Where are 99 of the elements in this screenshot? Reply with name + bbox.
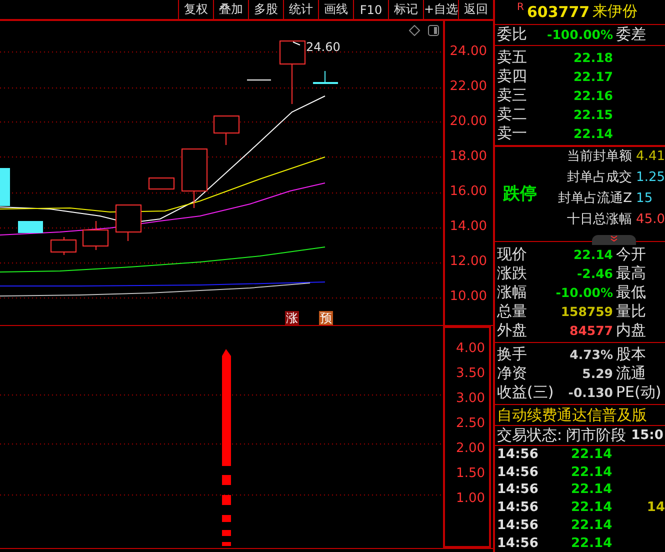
candlestick — [116, 204, 142, 242]
field-label: 涨幅 — [496, 282, 528, 302]
field-value: 5.29 — [581, 366, 614, 381]
status-label: 交易状态: — [496, 426, 562, 445]
field-label: 今开 — [615, 244, 647, 264]
axis-label: 4.00 — [456, 340, 486, 358]
candlestick — [18, 221, 43, 233]
tick-time: 14:56 — [496, 518, 540, 533]
limit-value: 4.41 — [636, 148, 665, 164]
limit-value: 1.25 — [636, 170, 665, 185]
limit-label: 封单占流通Z — [558, 190, 632, 208]
limit-label: 当前封单额 — [566, 148, 632, 166]
field-value: 4.73% — [568, 346, 614, 362]
tick-time: 14:56 — [496, 500, 540, 516]
tick-price: 22.14 — [571, 447, 614, 462]
candlestick — [0, 168, 10, 206]
candlestick — [313, 70, 338, 84]
axis-label: 2.50 — [456, 415, 486, 433]
status-time: 15:0 — [630, 428, 664, 443]
diamond-icon — [409, 25, 420, 36]
axis-label: 20.00 — [450, 113, 488, 131]
field-value: -100.00% — [546, 27, 614, 42]
tick-price: 22.14 — [571, 500, 614, 516]
field-value: 158759 — [560, 304, 614, 319]
candlestick — [50, 236, 76, 256]
axis-label: 18.00 — [450, 148, 488, 166]
high-price-label: 24.60 — [306, 40, 340, 54]
limit-status: 跌停 — [503, 183, 538, 206]
axis-label: 12.00 — [450, 253, 488, 271]
tick-price: 22.14 — [571, 464, 614, 480]
candlestick — [214, 116, 240, 146]
axis-label: 14.00 — [450, 218, 488, 236]
expand-button[interactable] — [592, 234, 636, 245]
field-value: -0.130 — [567, 384, 614, 400]
field-label: 委差 — [615, 25, 647, 44]
ask-price: 22.15 — [572, 106, 614, 122]
ask-level-label: 卖五 — [496, 48, 528, 67]
tick-time: 14:56 — [496, 536, 540, 551]
ask-price: 22.14 — [572, 126, 614, 141]
ask-level-label: 卖二 — [496, 104, 528, 124]
tick-volume: 14 — [646, 500, 665, 516]
candlestick — [82, 220, 108, 250]
candlestick — [182, 148, 208, 208]
panel-toggle-icon[interactable] — [428, 25, 439, 36]
stock-code: 603777 — [526, 2, 590, 21]
limit-value: 45.0 — [636, 212, 665, 227]
field-label: 量比 — [615, 302, 647, 321]
field-label: 收益(三) — [496, 382, 553, 402]
field-label: 现价 — [496, 244, 528, 264]
tick-time: 14:56 — [496, 482, 540, 498]
ask-price: 22.17 — [572, 68, 614, 84]
chart-marker: 涨 — [285, 311, 299, 325]
axis-label: 10.00 — [450, 288, 488, 306]
axis-label: 1.50 — [456, 465, 486, 483]
ask-price: 22.16 — [572, 88, 614, 103]
field-label: 净资 — [496, 364, 528, 383]
axis-label: 3.00 — [456, 390, 486, 408]
field-label: 最高 — [615, 264, 647, 283]
field-label: 总量 — [496, 302, 528, 321]
axis-label: 16.00 — [450, 183, 488, 201]
field-label: 涨跌 — [496, 264, 528, 283]
field-value: -10.00% — [554, 284, 614, 300]
tick-price: 22.14 — [571, 482, 614, 498]
limit-label: 封单占成交 — [566, 169, 632, 186]
axis-label: 22.00 — [450, 78, 488, 96]
tick-time: 14:56 — [496, 447, 540, 462]
tick-price: 22.14 — [571, 536, 614, 551]
tick-time: 14:56 — [496, 464, 540, 480]
ask-price: 22.18 — [572, 50, 614, 65]
toolbar-button[interactable]: +自选 — [423, 0, 458, 19]
ask-level-label: 卖一 — [496, 124, 528, 143]
limit-label: 十日总涨幅 — [566, 211, 632, 228]
axis-label: 3.50 — [456, 365, 486, 383]
axis-label: 1.00 — [456, 490, 486, 508]
tick-price: 22.14 — [571, 518, 614, 533]
field-label: 委比 — [496, 25, 528, 44]
field-value: 84577 — [568, 322, 614, 338]
ask-level-label: 卖三 — [496, 86, 528, 105]
candlestick — [148, 178, 174, 190]
field-label: 内盘 — [615, 320, 647, 340]
axis-label: 2.00 — [456, 440, 486, 458]
axis-label: 24.00 — [450, 43, 488, 61]
field-label: 外盘 — [496, 320, 528, 340]
candlestick — [280, 40, 306, 104]
limit-value: 15 — [636, 190, 653, 206]
chevron-down-icon — [610, 234, 618, 242]
chart-marker: 预 — [319, 311, 333, 325]
status-value: 闭市阶段 — [565, 426, 626, 445]
flag-label: R — [517, 2, 524, 13]
promo-banner[interactable]: 自动续费通达信普及版 — [495, 404, 665, 426]
field-label: 最低 — [615, 282, 647, 302]
field-label: 流通 — [615, 364, 647, 383]
field-value: 22.14 — [572, 246, 614, 262]
field-label: 股本 — [615, 344, 647, 364]
field-value: -2.46 — [576, 266, 614, 281]
field-label: 换手 — [496, 344, 528, 364]
stock-name: 来伊份 — [592, 2, 638, 22]
field-label: PE(动) — [615, 382, 662, 402]
ask-level-label: 卖四 — [496, 66, 528, 86]
